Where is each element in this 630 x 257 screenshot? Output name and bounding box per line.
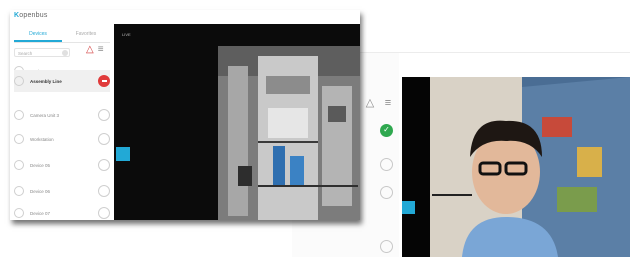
device-name: Device 05 [30, 162, 51, 168]
device-name: Assembly Line [30, 78, 62, 84]
status-icon [380, 239, 393, 253]
search-placeholder: Search [18, 51, 33, 56]
status-icon [98, 159, 110, 171]
menu-icon[interactable]: ≡ [382, 97, 394, 109]
device-row[interactable]: Device 07 [14, 202, 110, 224]
status-icon [98, 185, 110, 197]
device-icon [14, 160, 24, 170]
device-row[interactable]: Device 05 [14, 154, 110, 176]
video-feed[interactable] [402, 77, 630, 257]
status-icon [98, 109, 110, 121]
tab-favorites[interactable]: Favorites [62, 28, 110, 42]
status-icon [380, 157, 393, 171]
back-device-row[interactable] [304, 235, 393, 257]
video-frame [402, 77, 630, 257]
tab-devices[interactable]: Devices [14, 28, 62, 42]
status-icon [98, 133, 110, 145]
device-row[interactable]: Camera Unit 3 [14, 104, 110, 126]
video-stage[interactable]: LIVE [114, 24, 360, 220]
camera-label: LIVE [122, 32, 131, 37]
front-window: Kopenbus Devices Favorites Search △ ≡ De… [10, 10, 360, 220]
camera-feed[interactable] [218, 46, 360, 220]
search-input[interactable]: Search [14, 48, 70, 57]
search-icon[interactable] [62, 50, 68, 56]
status-ok-icon: ✓ [380, 123, 393, 137]
device-icon [14, 110, 24, 120]
sidebar-toolbar: △ ≡ [86, 44, 104, 56]
status-icon [98, 207, 110, 219]
app-logo: Kopenbus [14, 12, 48, 19]
device-name: Device 06 [30, 188, 51, 194]
device-row[interactable]: Device 06 [14, 180, 110, 202]
sidebar: Kopenbus Devices Favorites Search △ ≡ De… [10, 10, 114, 220]
collapse-sidebar-button[interactable] [402, 201, 415, 214]
status-icon [380, 185, 393, 199]
device-name: Workstation [30, 136, 54, 142]
alert-icon[interactable]: △ [86, 44, 94, 56]
device-icon [14, 76, 24, 86]
device-name: Device 07 [30, 210, 51, 216]
back-toolbar: △ ≡ [364, 97, 394, 109]
sidebar-tabs: Devices Favorites [14, 28, 110, 43]
disconnect-icon[interactable] [98, 75, 110, 87]
device-icon [14, 208, 24, 218]
menu-icon[interactable]: ≡ [98, 44, 104, 56]
device-icon [14, 134, 24, 144]
device-name: Camera Unit 3 [30, 112, 60, 118]
device-row[interactable]: Workstation [14, 128, 110, 150]
camera-frame [218, 46, 360, 220]
collapse-sidebar-button[interactable] [116, 147, 130, 161]
device-icon [14, 186, 24, 196]
alert-icon[interactable]: △ [364, 97, 376, 109]
device-row-active[interactable]: Assembly Line [14, 70, 110, 92]
